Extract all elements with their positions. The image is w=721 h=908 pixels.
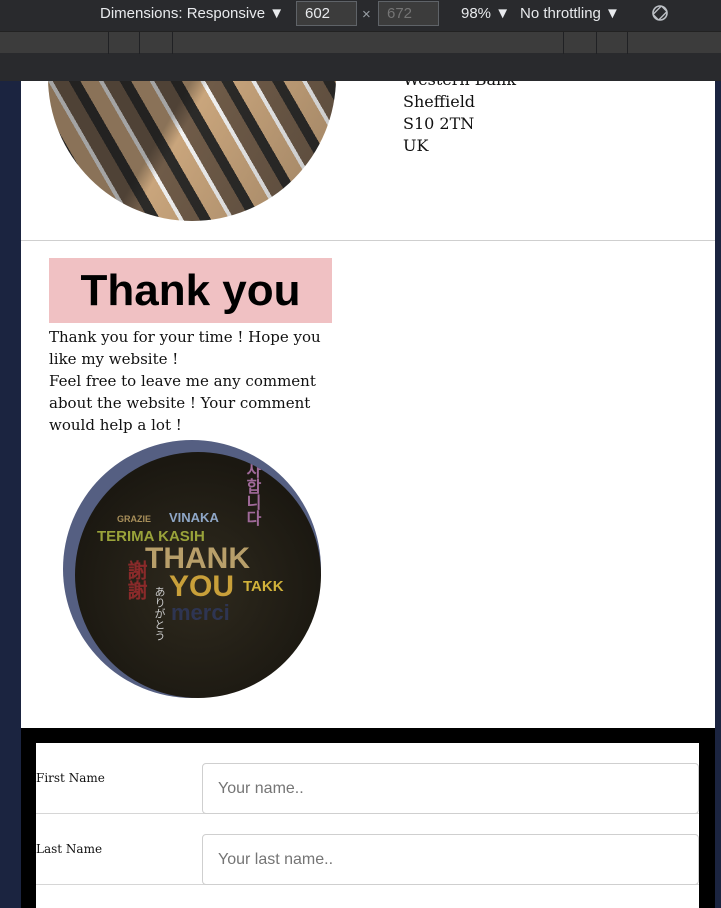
image-word: merci	[171, 600, 230, 625]
address-line: UK	[403, 136, 429, 155]
dimensions-dropdown[interactable]: Dimensions: Responsive ▼	[100, 5, 284, 22]
times-sign: ×	[362, 6, 371, 23]
last-name-input[interactable]	[202, 834, 699, 885]
first-name-input[interactable]	[202, 763, 699, 814]
contact-form: First Name Last Name	[36, 743, 699, 908]
image-word: GRAZIE	[117, 514, 152, 524]
thank-you-heading: Thank you	[80, 266, 301, 315]
thank-you-paragraph: Thank you for your time ! Hope you like …	[49, 328, 321, 368]
width-input[interactable]	[296, 1, 357, 26]
thank-you-banner: Thank you	[49, 258, 332, 323]
address-line: Sheffield	[403, 92, 476, 111]
first-name-row: First Name	[36, 743, 699, 814]
throttling-dropdown[interactable]: No throttling ▼	[520, 5, 620, 22]
building-photo	[48, 81, 336, 221]
image-word: VINAKA	[169, 510, 219, 525]
address-block: Western Bank Sheffield S10 2TN UK	[403, 81, 516, 157]
media-query-bar[interactable]	[0, 31, 721, 54]
image-word: YOU	[169, 570, 235, 603]
image-word: 사합니다	[243, 462, 260, 526]
thank-you-text: Thank you for your time ! Hope you like …	[49, 326, 339, 436]
section-divider	[21, 240, 715, 241]
image-word: TAKK	[243, 578, 284, 595]
last-name-row: Last Name	[36, 814, 699, 885]
last-name-label: Last Name	[36, 842, 103, 856]
thank-you-paragraph: Feel free to leave me any comment about …	[49, 372, 316, 434]
contact-form-section: First Name Last Name	[21, 728, 715, 908]
page-viewport: Western Bank Sheffield S10 2TN UK Thank …	[21, 81, 715, 908]
thank-you-image: GRAZIE VINAKA TERIMA KASIH THANK YOU TAK…	[63, 440, 321, 698]
zoom-dropdown[interactable]: 98% ▼	[461, 5, 510, 22]
address-line: Western Bank	[403, 81, 516, 91]
rotate-icon[interactable]	[650, 3, 670, 23]
image-word: 謝謝	[124, 560, 146, 600]
address-line: S10 2TN	[403, 114, 475, 133]
first-name-label: First Name	[36, 771, 105, 785]
height-input[interactable]	[378, 1, 439, 26]
image-word: ありがとう	[153, 586, 165, 641]
devtools-toolbar: Dimensions: Responsive ▼ × 98% ▼ No thro…	[0, 0, 721, 81]
